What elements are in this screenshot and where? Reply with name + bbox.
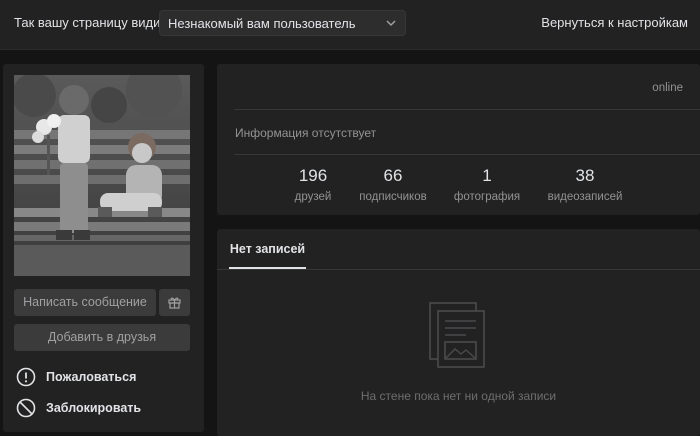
warning-circle-icon xyxy=(16,367,36,387)
profile-card: Написать сообщение Добавить в друзья Пож… xyxy=(3,64,204,432)
tab-no-posts[interactable]: Нет записей xyxy=(229,229,306,269)
counter-label: видеозаписей xyxy=(547,191,623,203)
counter-label: друзей xyxy=(294,191,332,203)
block-action[interactable]: Заблокировать xyxy=(16,398,141,418)
divider xyxy=(234,109,700,110)
counter-value: 1 xyxy=(482,166,492,185)
counter-label: подписчиков xyxy=(359,191,427,203)
report-label: Пожаловаться xyxy=(46,370,137,384)
empty-posts-icon xyxy=(429,302,485,368)
counter-value: 66 xyxy=(383,166,403,185)
counter-subscribers[interactable]: 66 подписчиков xyxy=(353,166,433,203)
block-label: Заблокировать xyxy=(46,401,142,415)
no-info-text: Информация отсутствует xyxy=(235,126,377,140)
counter-friends[interactable]: 196 друзей xyxy=(283,166,343,203)
counter-videos[interactable]: 38 видеозаписей xyxy=(541,166,629,203)
online-status: online xyxy=(652,82,683,94)
counter-photos[interactable]: 1 фотография xyxy=(449,166,525,203)
viewer-select[interactable]: Незнакомый вам пользователь xyxy=(159,10,406,36)
counter-value: 38 xyxy=(575,166,595,185)
profile-info-card: online Информация отсутствует 196 друзей… xyxy=(217,64,700,215)
wall-card: Нет записей На стене пока нет ни одной з… xyxy=(217,229,700,436)
add-friend-button[interactable]: Добавить в друзья xyxy=(14,324,190,351)
viewer-label: Так вашу страницу видит xyxy=(14,15,167,30)
message-button-row: Написать сообщение xyxy=(14,289,190,316)
gift-icon xyxy=(168,297,181,309)
viewer-select-value: Незнакомый вам пользователь xyxy=(168,16,356,31)
counter-label: фотография xyxy=(453,191,521,203)
divider xyxy=(217,269,700,270)
empty-wall-text: На стене пока нет ни одной записи xyxy=(360,389,557,403)
back-to-settings-link[interactable]: Вернуться к настройкам xyxy=(541,15,688,30)
gift-button[interactable] xyxy=(159,289,190,316)
avatar-photo xyxy=(14,75,190,276)
divider xyxy=(234,154,700,155)
counter-value: 196 xyxy=(298,166,328,185)
block-icon xyxy=(16,398,36,418)
avatar[interactable] xyxy=(14,75,190,276)
chevron-down-icon xyxy=(386,20,396,27)
report-action[interactable]: Пожаловаться xyxy=(16,367,136,387)
send-message-button[interactable]: Написать сообщение xyxy=(14,289,156,316)
top-bar: Так вашу страницу видит Незнакомый вам п… xyxy=(0,0,700,50)
